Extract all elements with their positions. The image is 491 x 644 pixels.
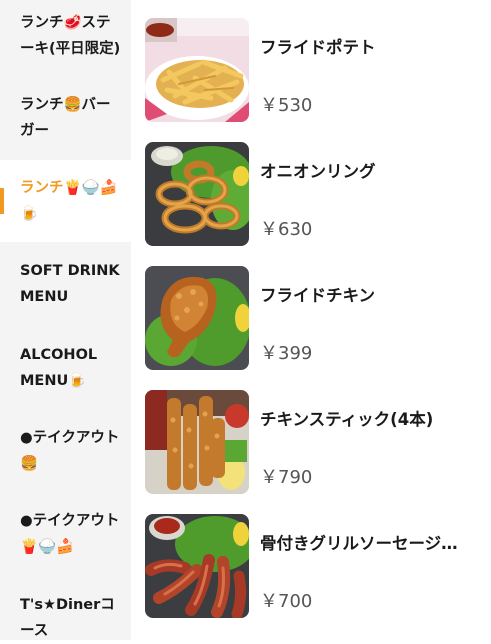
menu-item-price: ￥399 xyxy=(260,343,313,364)
category-alcohol-menu[interactable]: ALCOHOL MENU🍺 xyxy=(0,342,131,394)
category-takeout-sides[interactable]: ●テイクアウト 🍟🍚🍰 xyxy=(0,508,131,560)
menu-item-onion-rings[interactable]: オニオンリング ￥630 xyxy=(131,142,491,262)
category-soft-drink-menu[interactable]: SOFT DRINK MENU xyxy=(0,258,131,310)
category-label-line2: ース xyxy=(20,623,49,639)
category-label-line2: 🍺 xyxy=(20,206,39,222)
menu-item-name: チキンスティック(4本) xyxy=(260,410,434,429)
category-label-line1: T's★Dinerコ xyxy=(20,597,115,613)
category-label-line2: MENU xyxy=(20,289,69,305)
category-takeout-burger[interactable]: ●テイクアウト 🍔 xyxy=(0,425,131,477)
menu-item-price: ￥790 xyxy=(260,467,313,488)
category-lunch-burger[interactable]: ランチ🍔バー ガー xyxy=(0,92,131,144)
category-label-line2: ーキ(平日限定) xyxy=(20,41,121,57)
grilled-sausage-image xyxy=(145,514,249,618)
category-label-line1: SOFT DRINK xyxy=(20,263,120,279)
category-label-line1: ●テイクアウト xyxy=(20,513,120,529)
category-label-line1: ●テイクアウト xyxy=(20,430,120,446)
category-lunch-steak[interactable]: ランチ🥩ステ ーキ(平日限定) xyxy=(0,10,131,62)
onion-rings-image xyxy=(145,142,249,246)
category-label-line1: ランチ🍔バー xyxy=(20,97,111,113)
category-sidebar: ランチ🥩ステ ーキ(平日限定) ランチ🍔バー ガー ランチ🍟🍚🍰 🍺 SOFT … xyxy=(0,0,131,640)
menu-item-name: フライドポテト xyxy=(260,38,376,57)
category-label-line2: 🍟🍚🍰 xyxy=(20,539,75,555)
menu-item-name: フライドチキン xyxy=(260,286,376,305)
category-label-line2: ガー xyxy=(20,123,49,139)
menu-item-price: ￥530 xyxy=(260,95,313,116)
chicken-sticks-image xyxy=(145,390,249,494)
category-label-line1: ランチ🥩ステ xyxy=(20,15,111,31)
category-label-line1: ALCOHOL xyxy=(20,347,98,363)
menu-item-french-fries[interactable]: フライドポテト ￥530 xyxy=(131,18,491,138)
category-label-line2: MENU🍺 xyxy=(20,373,87,389)
menu-item-price: ￥630 xyxy=(260,219,313,240)
menu-item-fried-chicken[interactable]: フライドチキン ￥399 xyxy=(131,266,491,386)
menu-item-name: オニオンリング xyxy=(260,162,376,181)
fried-chicken-image xyxy=(145,266,249,370)
category-lunch-sides[interactable]: ランチ🍟🍚🍰 🍺 xyxy=(0,160,131,242)
menu-item-chicken-sticks[interactable]: チキンスティック(4本) ￥790 xyxy=(131,390,491,510)
category-label-line1: ランチ🍟🍚🍰 xyxy=(20,180,118,196)
menu-item-price: ￥700 xyxy=(260,591,313,612)
menu-item-grilled-sausage[interactable]: 骨付きグリルソーセージ… ￥700 xyxy=(131,514,491,634)
menu-item-name: 骨付きグリルソーセージ… xyxy=(260,534,458,553)
category-ts-diner-course[interactable]: T's★Dinerコ ース xyxy=(0,592,131,644)
french-fries-image xyxy=(145,18,249,122)
category-label-line2: 🍔 xyxy=(20,456,39,472)
active-category-indicator xyxy=(0,188,4,214)
menu-item-list: フライドポテト ￥530 オニオンリング ￥630 フライドチキン ￥399 チ… xyxy=(131,0,491,640)
